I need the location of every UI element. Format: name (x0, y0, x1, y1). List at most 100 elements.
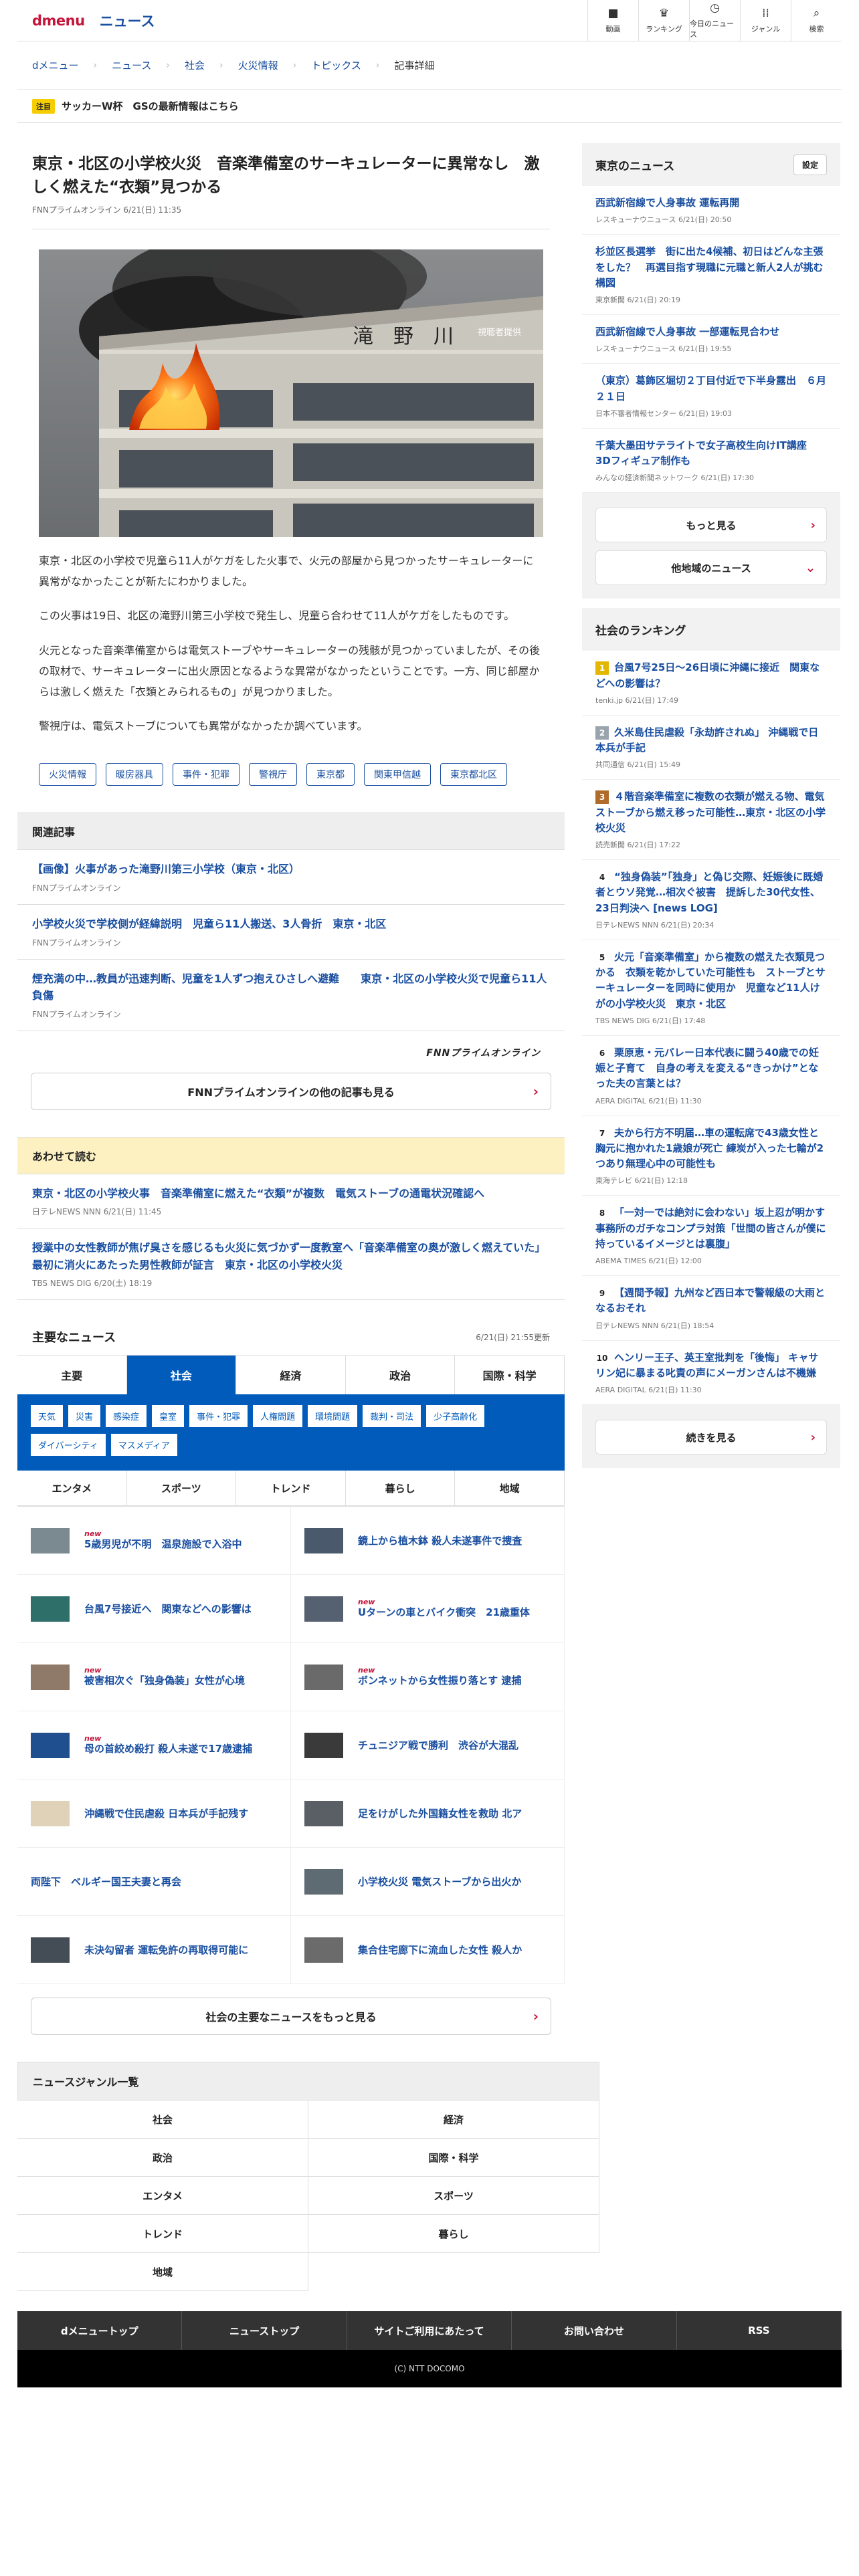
news-item-title[interactable]: 足をけがした外国籍女性を救助 北ア (358, 1808, 522, 1820)
ranking-title-text[interactable]: 栗原恵・元バレー日本代表に闘う40歳での妊娠と子育て 自身の考えを変える“きっか… (595, 1047, 819, 1090)
ranking-item[interactable]: 9 【週間予報】九州など西日本で警報級の大雨となるおそれ 日テレNEWS NNN 6… (582, 1276, 840, 1341)
news-item-title[interactable]: 両陛下 ベルギー国王夫妻と再会 (31, 1876, 181, 1888)
local-news-item[interactable]: 杉並区長選挙 街に出た4候補、初日はどんな主張をした？ 再選目指す現職に元職と新… (582, 235, 840, 315)
news-item[interactable]: new Uターンの車とバイク衝突 21歳重体 (291, 1575, 565, 1644)
nav-video[interactable]: ■ 動画 (587, 0, 638, 41)
footer-link[interactable]: サイトご利用にあたって (347, 2311, 512, 2351)
also-read-title[interactable]: 東京・北区の小学校火事 音楽準備室に燃えた“衣類”が複数 電気ストーブの通電状況… (32, 1185, 550, 1202)
tab-secondary-1[interactable]: スポーツ (127, 1471, 237, 1506)
footer-link[interactable]: RSS (677, 2311, 842, 2351)
news-item[interactable]: 鏡上から植木鉢 殺人未遂事件で捜査 (291, 1507, 565, 1576)
ranking-item[interactable]: 2 久米島住民虐殺「永劫許されぬ」 沖縄戦で日本兵が手記 共同通信 6/21(日) … (582, 715, 840, 780)
topic-chip[interactable]: 皇室 (152, 1405, 185, 1428)
topic-chip[interactable]: マスメディア (110, 1434, 177, 1457)
genre-item[interactable]: トレンド (17, 2215, 308, 2254)
ranking-title[interactable]: 8 「一対一では絶対に会わない」坂上忍が明かす事務所のガチなコンプラ対策「世間の皆… (595, 1205, 827, 1252)
related-title[interactable]: 小学校火災で学校側が経緯説明 児童ら11人搬送、3人骨折 東京・北区 (32, 916, 550, 933)
local-news-title[interactable]: 西武新宿線で人身事故 一部運転見合わせ (595, 324, 827, 340)
news-item-title[interactable]: 未決勾留者 運転免許の再取得可能に (84, 1944, 248, 1956)
topic-chip[interactable]: ダイバーシティ (31, 1434, 106, 1457)
ranking-title-text[interactable]: 久米島住民虐殺「永劫許されぬ」 沖縄戦で日本兵が手記 (595, 726, 818, 754)
tag-button[interactable]: 東京都北区 (440, 763, 507, 786)
ranking-item[interactable]: 6 栗原恵・元バレー日本代表に闘う40歳での妊娠と子育て 自身の考えを変える“きっ… (582, 1035, 840, 1116)
news-item[interactable]: new ボンネットから女性振り落とす 逮捕 (291, 1643, 565, 1712)
tag-button[interactable]: 警視庁 (249, 763, 297, 786)
genre-item[interactable]: スポーツ (308, 2177, 599, 2216)
ranking-item[interactable]: 7 夫から行方不明届…車の運転席で43歳女性と胸元に抱かれた1歳娘が死亡 練炭が入… (582, 1115, 840, 1196)
breadcrumb-item[interactable]: 社会 (185, 58, 205, 72)
local-news-item[interactable]: 西武新宿線で人身事故 一部運転見合わせ レスキューナウニュース 6/21(日) 1… (582, 315, 840, 364)
news-item-title[interactable]: 5歳男児が不明 温泉施設で入浴中 (84, 1538, 242, 1550)
genre-item[interactable]: 社会 (17, 2101, 308, 2139)
footer-link[interactable]: ニューストップ (182, 2311, 347, 2351)
ranking-title[interactable]: 9 【週間予報】九州など西日本で警報級の大雨となるおそれ (595, 1285, 827, 1317)
footer-link[interactable]: お問い合わせ (512, 2311, 677, 2351)
also-read-item[interactable]: 授業中の女性教師が焦げ臭さを感じるも火災に気づかず一度教室へ「音楽準備室の奥が激… (17, 1228, 565, 1301)
news-item[interactable]: チュニジア戦で勝利 渋谷が大混乱 (291, 1711, 565, 1780)
ranking-title-text[interactable]: ヘンリー王子、英王室批判を「後悔」 キャサリン妃に暴まる叱責の声にメーガンさんは… (595, 1352, 818, 1379)
news-item[interactable]: 集合住宅廊下に流血した女性 殺人か (291, 1916, 565, 1985)
related-title[interactable]: 【画像】火事があった滝野川第三小学校（東京・北区） (32, 861, 550, 878)
news-item-title[interactable]: 鏡上から植木鉢 殺人未遂事件で捜査 (358, 1535, 522, 1547)
news-item-title[interactable]: 母の首絞め殺打 殺人未遂で17歳逮捕 (84, 1743, 252, 1755)
topic-chip[interactable]: 裁判・司法 (363, 1405, 421, 1428)
topic-chip[interactable]: 人権問題 (253, 1405, 303, 1428)
settings-button[interactable]: 設定 (793, 154, 827, 175)
tab-secondary-3[interactable]: 暮らし (346, 1471, 456, 1506)
local-news-item[interactable]: （東京）葛飾区堀切２丁目付近で下半身露出 ６月２１日 日本不審者情報センター 6/… (582, 364, 840, 429)
ranking-title-text[interactable]: “独身偽装”「独身」と偽じ交際、妊娠後に既婚者とウソ発覚…相次ぐ被害 提訴した3… (595, 871, 823, 914)
dmenu-logo[interactable]: dmenu (32, 13, 85, 29)
tag-button[interactable]: 火災情報 (39, 763, 96, 786)
news-item[interactable]: 未決勾留者 運転免許の再取得可能に (17, 1916, 291, 1985)
news-item[interactable]: new 母の首絞め殺打 殺人未遂で17歳逮捕 (17, 1711, 291, 1780)
ranking-more-button[interactable]: 続きを見る › (595, 1420, 827, 1455)
news-item[interactable]: new 被害相次ぐ「独身偽装」女性が心境 (17, 1643, 291, 1712)
tag-button[interactable]: 関東甲信越 (364, 763, 431, 786)
breadcrumb-item[interactable]: ニュース (112, 58, 151, 72)
main-news-more-button[interactable]: 社会の主要なニュースをもっと見る › (31, 1998, 551, 2036)
news-item-title[interactable]: 集合住宅廊下に流血した女性 殺人か (358, 1944, 522, 1956)
ranking-title[interactable]: 1 台風7号25日〜26日頃に沖縄に接近 関東などへの影響は？ (595, 660, 827, 691)
genre-item[interactable]: 経済 (308, 2101, 599, 2139)
news-item[interactable]: 両陛下 ベルギー国王夫妻と再会 (17, 1848, 291, 1917)
site-name[interactable]: ニュース (100, 11, 155, 31)
topic-chip[interactable]: 事件・犯罪 (189, 1405, 248, 1428)
ranking-title[interactable]: 10 ヘンリー王子、英王室批判を「後悔」 キャサリン妃に暴まる叱責の声にメーガンさ… (595, 1350, 827, 1382)
genre-item[interactable]: 地域 (17, 2253, 308, 2292)
nav-grid[interactable]: ⁞⁞ ジャンル (740, 0, 791, 41)
ranking-item[interactable]: 5 火元「音楽準備室」から複数の燃えた衣類見つかる 衣類を乾かしていた可能性も ス… (582, 940, 840, 1036)
also-read-title[interactable]: 授業中の女性教師が焦げ臭さを感じるも火災に気づかず一度教室へ「音楽準備室の奥が激… (32, 1239, 550, 1273)
news-item-title[interactable]: 台風7号接近へ 関東などへの影響は (84, 1603, 252, 1615)
tab-secondary-4[interactable]: 地域 (455, 1471, 565, 1506)
tab-2[interactable]: 経済 (236, 1356, 346, 1395)
ranking-title[interactable]: 4 “独身偽装”「独身」と偽じ交際、妊娠後に既婚者とウソ発覚…相次ぐ被害 提訴した… (595, 869, 827, 916)
ranking-title-text[interactable]: 【週間予報】九州など西日本で警報級の大雨となるおそれ (595, 1287, 825, 1314)
nav-search[interactable]: ⌕ 検索 (791, 0, 842, 41)
brand[interactable]: dmenu ニュース (17, 11, 155, 31)
trend-bar[interactable]: 注目 サッカーW杯 GSの最新情報はこちら (17, 90, 842, 123)
related-title[interactable]: 煙充満の中…教員が迅速判断、児童を1人ずつ抱えひさしへ避難 東京・北区の小学校火… (32, 970, 550, 1004)
ranking-title[interactable]: 5 火元「音楽準備室」から複数の燃えた衣類見つかる 衣類を乾かしていた可能性も ス… (595, 950, 827, 1012)
tab-1[interactable]: 社会 (126, 1356, 237, 1395)
tag-button[interactable]: 東京都 (306, 763, 355, 786)
also-read-item[interactable]: 東京・北区の小学校火事 音楽準備室に燃えた“衣類”が複数 電気ストーブの通電状況… (17, 1174, 565, 1229)
topic-chip[interactable]: 少子高齢化 (426, 1405, 485, 1428)
local-news-title[interactable]: 西武新宿線で人身事故 運転再開 (595, 195, 827, 211)
ranking-title-text[interactable]: 「一対一では絶対に会わない」坂上忍が明かす事務所のガチなコンプラ対策「世間の皆さ… (595, 1206, 826, 1250)
tab-4[interactable]: 国際・科学 (455, 1356, 565, 1395)
topic-chip[interactable]: 感染症 (106, 1405, 147, 1428)
news-item-title[interactable]: チュニジア戦で勝利 渋谷が大混乱 (358, 1739, 518, 1751)
related-item[interactable]: 【画像】火事があった滝野川第三小学校（東京・北区） FNNプライムオンライン (17, 850, 565, 905)
local-news-item[interactable]: 千葉大墨田サテライトで女子高校生向けIT講座 3Dフィギュア制作も みんなの経済新… (582, 428, 840, 494)
local-news-title[interactable]: （東京）葛飾区堀切２丁目付近で下半身露出 ６月２１日 (595, 373, 827, 405)
news-item-title[interactable]: 被害相次ぐ「独身偽装」女性が心境 (84, 1675, 245, 1687)
genre-item[interactable]: 政治 (17, 2139, 308, 2177)
fnn-more-button[interactable]: FNNプライムオンラインの他の記事も見る › (31, 1072, 551, 1110)
news-item[interactable]: 足をけがした外国籍女性を救助 北ア (291, 1780, 565, 1848)
genre-item[interactable]: エンタメ (17, 2177, 308, 2216)
breadcrumb-item[interactable]: dメニュー (32, 58, 79, 72)
genre-item[interactable]: 暮らし (308, 2215, 599, 2254)
breadcrumb-item[interactable]: トピックス (311, 58, 361, 72)
ranking-title[interactable]: 6 栗原恵・元バレー日本代表に闘う40歳での妊娠と子育て 自身の考えを変える“きっ… (595, 1045, 827, 1092)
ranking-title-text[interactable]: ４階音楽準備室に複数の衣類が燃える物、電気ストーブから燃え移った可能性…東京・北… (595, 790, 826, 834)
